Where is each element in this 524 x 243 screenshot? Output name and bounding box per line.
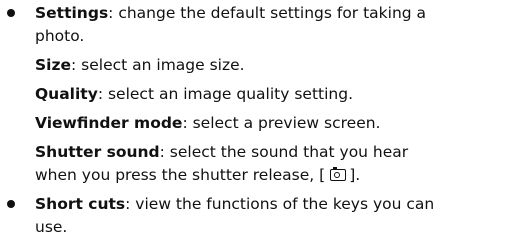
- desc-shutter-sound-line1: : select the sound that you hear: [159, 143, 409, 161]
- term-quality: Quality: [35, 85, 98, 103]
- desc-quality: : select an image quality setting.: [97, 85, 354, 103]
- term-settings: Settings: [35, 4, 109, 22]
- camera-key-icon: [330, 167, 347, 181]
- subitem-shutter-sound: Shutter sound: select the sound that you…: [35, 142, 408, 162]
- term-viewfinder-mode: Viewfinder mode: [35, 114, 183, 132]
- desc-shutter-sound-line2-after: ].: [349, 166, 361, 184]
- desc-settings-line1: : change the default settings for taking…: [108, 4, 427, 22]
- desc-viewfinder-mode: : select a preview screen.: [182, 114, 381, 132]
- desc-settings-line2-row: photo.: [35, 26, 84, 46]
- desc-shutter-sound-line2-row: when you press the shutter release, [].: [35, 165, 360, 185]
- desc-short-cuts-line2-row: use.: [35, 217, 67, 237]
- subitem-quality: Quality: select an image quality setting…: [35, 84, 353, 104]
- desc-short-cuts-line2: use.: [35, 218, 68, 236]
- term-shutter-sound: Shutter sound: [35, 143, 160, 161]
- bullet-icon: [7, 9, 15, 17]
- subitem-size: Size: select an image size.: [35, 55, 245, 75]
- bullet-icon: [7, 200, 15, 208]
- list-item-settings: Settings: change the default settings fo…: [35, 3, 426, 23]
- subitem-viewfinder-mode: Viewfinder mode: select a preview screen…: [35, 113, 381, 133]
- desc-shutter-sound-line2-before: when you press the shutter release, [: [35, 166, 326, 184]
- desc-size: : select an image size.: [71, 56, 245, 74]
- desc-short-cuts-line1: : view the functions of the keys you can: [125, 195, 435, 213]
- desc-settings-line2: photo.: [35, 27, 85, 45]
- list-item-short-cuts: Short cuts: view the functions of the ke…: [35, 194, 434, 214]
- term-short-cuts: Short cuts: [35, 195, 126, 213]
- term-size: Size: [35, 56, 72, 74]
